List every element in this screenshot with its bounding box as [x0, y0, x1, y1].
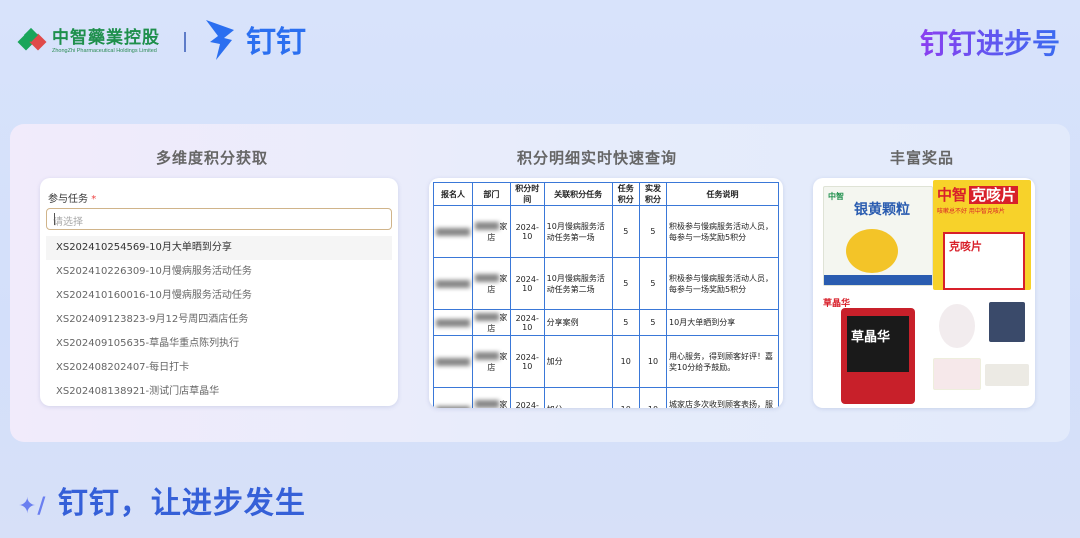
- prizes-card: 中智 银黄颗粒 中智 克咳片 咳嗽总不好 用中智克咳片 克咳片 草晶华 草晶华: [813, 178, 1035, 408]
- cell-time: 2024-10: [509, 335, 545, 388]
- table-row: 家店 2024-10 分享案例 5 5 10月大单晒到分享: [433, 309, 779, 336]
- col-header: 积分时间: [509, 182, 545, 206]
- cell-time: 2024-10: [509, 257, 545, 310]
- series-title: 钉钉进步号: [920, 22, 1060, 62]
- cell-task-points: 5: [611, 205, 640, 258]
- cell-task: 分享案例: [543, 309, 613, 336]
- col-header: 实发积分: [638, 182, 668, 206]
- table-row: 家店 2024-10 加分 10 10 用心服务，得到顾客好评！嘉奖10分给予鼓…: [433, 335, 779, 388]
- col-header: 任务说明: [666, 182, 779, 206]
- cell-task-points: 5: [611, 309, 640, 336]
- task-option[interactable]: XS202408138921-测试门店草晶华: [46, 380, 392, 404]
- table-row: 家店 2024-10 10月慢病服务活动任务第二场 5 5 积极参与慢病服务活动…: [433, 257, 779, 310]
- task-option[interactable]: XS202409123823-9月12号周四酒店任务: [46, 308, 392, 332]
- prize-yinhuang-box: 中智 银黄颗粒: [823, 186, 933, 286]
- points-table: 报名人 部门 积分时间 关联积分任务 任务积分 实发积分 任务说明 家店 202…: [433, 182, 779, 408]
- cell-desc: 用心服务，得到顾客好评！嘉奖10分给予鼓励。: [666, 335, 779, 388]
- section-title-query: 积分明细实时快速查询: [517, 149, 678, 167]
- top-header: 中智藥業控股 ZhongZhi Pharmaceutical Holdings …: [0, 0, 1080, 80]
- redacted-name: [433, 257, 473, 310]
- cell-time: 2024-10: [509, 309, 545, 336]
- cell-task: 加分: [543, 387, 613, 408]
- task-dropdown: XS202410254569-10月大单晒到分享 XS202410226309-…: [46, 236, 392, 404]
- redacted-name: [433, 335, 473, 388]
- task-option[interactable]: XS202410160016-10月慢病服务活动任务: [46, 284, 392, 308]
- footer-tagline: ✦/ 钉钉，让进步发生: [18, 486, 306, 521]
- cell-paid-points: 5: [638, 309, 668, 336]
- prize-small-item: [933, 358, 981, 390]
- sparkle-slash-icon: ✦/: [18, 494, 47, 519]
- table-header-row: 报名人 部门 积分时间 关联积分任务 任务积分 实发积分 任务说明: [433, 182, 779, 206]
- dingtalk-wing-icon: [206, 20, 234, 60]
- col-header: 报名人: [433, 182, 473, 206]
- cell-time: 2024-10: [509, 387, 545, 408]
- cell-paid-points: 10: [638, 335, 668, 388]
- cell-task: 10月慢病服务活动任务第二场: [543, 257, 613, 310]
- col-header: 任务积分: [611, 182, 640, 206]
- text-caret: [54, 213, 55, 225]
- section-title-points: 多维度积分获取: [156, 149, 269, 167]
- cell-task: 加分: [543, 335, 613, 388]
- cell-dept: 家店: [472, 257, 511, 310]
- prize-kekepian-box: 中智 克咳片 咳嗽总不好 用中智克咳片 克咳片: [933, 180, 1031, 290]
- prize-small-item: [939, 304, 975, 348]
- zhongzhi-logo: 中智藥業控股 ZhongZhi Pharmaceutical Holdings …: [17, 27, 160, 56]
- redacted-name: [433, 205, 473, 258]
- cell-task-points: 10: [611, 387, 640, 408]
- cell-dept: 家店: [472, 335, 511, 388]
- zhongzhi-emblem-icon: [17, 27, 47, 56]
- company-name-en: ZhongZhi Pharmaceutical Holdings Limited: [52, 48, 157, 54]
- company-name-cn: 中智藥業控股: [52, 28, 160, 48]
- cell-task: 10月慢病服务活动任务第一场: [543, 205, 613, 258]
- section-title-prizes: 丰富奖品: [890, 149, 955, 167]
- logo-divider: [184, 32, 186, 52]
- cell-paid-points: 10: [638, 387, 668, 408]
- task-option[interactable]: XS202409105635-草晶华重点陈列执行: [46, 332, 392, 356]
- prize-caojinghua-can: 草晶华: [841, 308, 915, 404]
- task-select-input[interactable]: 请选择: [46, 208, 392, 230]
- points-detail-card: 报名人 部门 积分时间 关联积分任务 任务积分 实发积分 任务说明 家店 202…: [429, 178, 783, 408]
- cell-desc: 10月大单晒到分享: [666, 309, 779, 336]
- prize-small-item: [985, 364, 1029, 386]
- cell-task-points: 10: [611, 335, 640, 388]
- dingtalk-logo: 钉钉: [204, 16, 306, 62]
- redacted-name: [433, 387, 473, 408]
- col-header: 部门: [472, 182, 511, 206]
- cell-dept: 家店: [472, 309, 511, 336]
- task-option[interactable]: XS202408202407-每日打卡: [46, 356, 392, 380]
- cell-desc: 城家店多次收到顾客表扬，服务较好，家: [666, 387, 779, 408]
- dingtalk-name: 钉钉: [246, 25, 306, 60]
- table-row: 家店 2024-10 加分 10 10 城家店多次收到顾客表扬，服务较好，家: [433, 387, 779, 408]
- cell-paid-points: 5: [638, 205, 668, 258]
- task-option[interactable]: XS202410226309-10月慢病服务活动任务: [46, 260, 392, 284]
- cell-task-points: 5: [611, 257, 640, 310]
- cell-time: 2024-10: [509, 205, 545, 258]
- redacted-name: [433, 309, 473, 336]
- cell-dept: 家店: [472, 387, 511, 408]
- cell-desc: 积极参与慢病服务活动人员，每参与一场奖励5积分: [666, 257, 779, 310]
- cell-paid-points: 5: [638, 257, 668, 310]
- task-select-card: 参与任务 * 请选择 XS202410254569-10月大单晒到分享 XS20…: [40, 178, 398, 406]
- task-option[interactable]: XS202410254569-10月大单晒到分享: [46, 236, 392, 260]
- col-header: 关联积分任务: [543, 182, 613, 206]
- table-row: 家店 2024-10 10月慢病服务活动任务第一场 5 5 积极参与慢病服务活动…: [433, 205, 779, 258]
- prize-small-item: [989, 302, 1025, 342]
- cell-desc: 积极参与慢病服务活动人员，每参与一场奖励5积分: [666, 205, 779, 258]
- cell-dept: 家店: [472, 205, 511, 258]
- task-field-label: 参与任务 *: [48, 194, 97, 205]
